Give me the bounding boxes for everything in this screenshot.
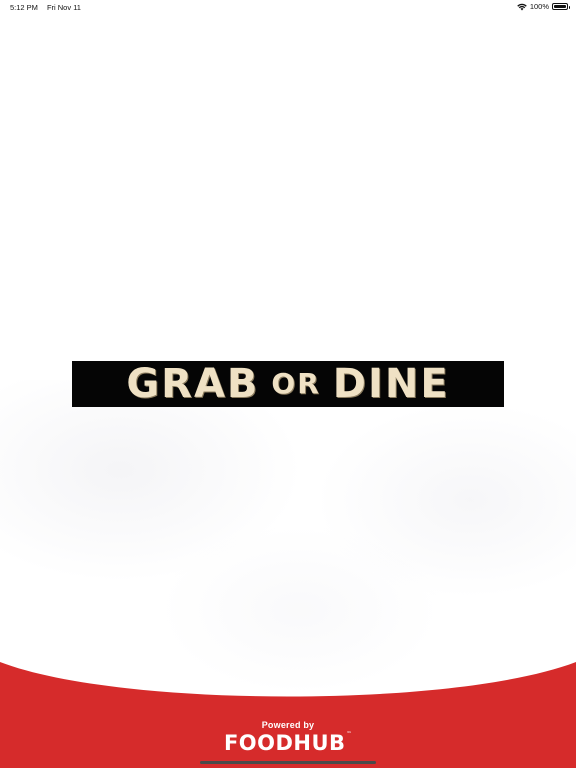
home-indicator[interactable] xyxy=(200,761,376,764)
status-bar: 5:12 PM Fri Nov 11 100% xyxy=(0,0,576,14)
foodhub-logo: FOODHUB™ xyxy=(0,731,576,755)
grab-or-dine-logo: GRAB OR DINE xyxy=(72,361,504,407)
status-date: Fri Nov 11 xyxy=(46,3,81,12)
foodhub-brand-text: FOODHUB xyxy=(223,731,346,755)
status-time: 5:12 PM xyxy=(10,3,38,12)
logo-text: GRAB OR DINE xyxy=(126,364,449,404)
trademark-symbol: ™ xyxy=(346,731,353,737)
battery-percentage: 100% xyxy=(529,2,549,11)
status-right: 100% xyxy=(517,2,570,11)
logo-word-dine: DINE xyxy=(332,361,450,407)
splash-screen: 5:12 PM Fri Nov 11 100% GRAB OR DINE Pow… xyxy=(0,0,576,768)
battery-fill xyxy=(554,5,566,8)
logo-word-grab: GRAB xyxy=(126,361,260,407)
status-left: 5:12 PM Fri Nov 11 xyxy=(10,3,81,12)
powered-by-label: Powered by xyxy=(261,720,315,730)
battery-icon xyxy=(552,3,570,10)
wifi-icon xyxy=(517,3,527,10)
logo-word-or: OR xyxy=(271,367,321,400)
